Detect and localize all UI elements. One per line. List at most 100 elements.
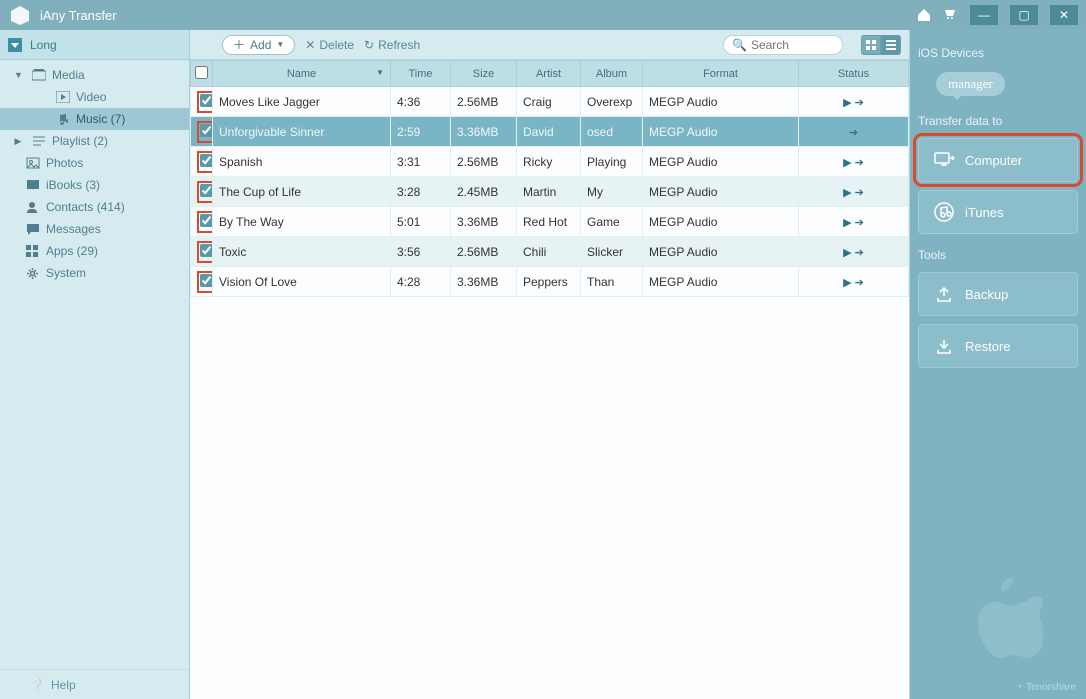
sidebar-item-system[interactable]: System: [0, 262, 189, 284]
refresh-button[interactable]: ↻ Refresh: [364, 38, 420, 52]
sidebar-item-contacts-[interactable]: Contacts (414): [0, 196, 189, 218]
row-checkbox[interactable]: [200, 274, 213, 287]
cell-size: 3.36MB: [451, 207, 517, 237]
status-icons[interactable]: ▶ ➔: [805, 216, 902, 229]
cell-album: Playing: [581, 147, 643, 177]
cell-time: 3:56: [391, 237, 451, 267]
column-name[interactable]: Name: [213, 61, 391, 87]
app-title: iAny Transfer: [40, 8, 916, 23]
home-icon[interactable]: [916, 7, 932, 23]
apple-logo-icon: [953, 564, 1043, 669]
table-row[interactable]: Spanish3:312.56MBRickyPlayingMEGP Audio▶…: [191, 147, 909, 177]
delete-button[interactable]: ✕ Delete: [305, 38, 354, 52]
row-checkbox[interactable]: [200, 154, 213, 167]
cell-time: 4:36: [391, 87, 451, 117]
cell-album: Slicker: [581, 237, 643, 267]
status-icons[interactable]: ▶ ➔: [805, 276, 902, 289]
table-row[interactable]: By The Way5:013.36MBRed HotGameMEGP Audi…: [191, 207, 909, 237]
column-check[interactable]: [191, 61, 213, 87]
table-row[interactable]: Moves Like Jagger4:362.56MBCraigOverexpM…: [191, 87, 909, 117]
brand-label: ◔ Tenorshare: [1016, 682, 1076, 693]
cell-name: Toxic: [213, 237, 391, 267]
add-icon: ＋: [233, 36, 245, 53]
cell-album: Than: [581, 267, 643, 297]
cell-album: Game: [581, 207, 643, 237]
row-checkbox[interactable]: [200, 244, 213, 257]
backup-button[interactable]: Backup: [918, 272, 1078, 316]
grid-view-button[interactable]: [861, 35, 881, 55]
cell-size: 3.36MB: [451, 117, 517, 147]
table-row[interactable]: The Cup of Life3:282.45MBMartinMyMEGP Au…: [191, 177, 909, 207]
close-button[interactable]: ✕: [1050, 5, 1078, 25]
ibooks-icon: [26, 179, 40, 191]
sidebar-item-photos[interactable]: Photos: [0, 152, 189, 174]
app-logo-icon: [8, 3, 32, 27]
status-icons[interactable]: ▶ ➔: [805, 246, 902, 259]
search-input[interactable]: 🔍: [723, 35, 843, 55]
caret-right-icon: ▶: [14, 136, 22, 147]
row-checkbox[interactable]: [200, 94, 213, 107]
search-field[interactable]: [751, 38, 831, 52]
row-checkbox[interactable]: [200, 184, 213, 197]
cell-time: 4:28: [391, 267, 451, 297]
section-transfer: Transfer data to: [918, 114, 1078, 128]
cell-name: Moves Like Jagger: [213, 87, 391, 117]
sidebar-item-apps-[interactable]: Apps (29): [0, 240, 189, 262]
cell-time: 3:28: [391, 177, 451, 207]
column-album[interactable]: Album: [581, 61, 643, 87]
toolbar: ＋ Add ▼ ✕ Delete ↻ Refresh 🔍: [190, 30, 909, 60]
cell-size: 3.36MB: [451, 267, 517, 297]
status-icons[interactable]: ▶ ➔: [805, 156, 902, 169]
media-icon: [32, 69, 46, 81]
column-status[interactable]: Status: [799, 61, 909, 87]
help-icon: ❔: [30, 678, 45, 692]
row-checkbox[interactable]: [200, 214, 213, 227]
cell-format: MEGP Audio: [643, 207, 799, 237]
cart-icon[interactable]: [942, 7, 958, 23]
messages-icon: [26, 223, 40, 235]
add-button[interactable]: ＋ Add ▼: [222, 35, 295, 55]
status-icons[interactable]: ▶ ➔: [805, 96, 902, 109]
status-icons[interactable]: ▶ ➔: [805, 186, 902, 199]
cell-artist: Craig: [517, 87, 581, 117]
cell-format: MEGP Audio: [643, 267, 799, 297]
minimize-button[interactable]: —: [970, 5, 998, 25]
computer-icon: [933, 149, 955, 171]
row-checkbox[interactable]: [200, 124, 213, 137]
cell-artist: Martin: [517, 177, 581, 207]
help-link[interactable]: ❔ Help: [0, 669, 189, 699]
table-row[interactable]: Unforgivable Sinner2:593.36MBDavidosedME…: [191, 117, 909, 147]
computer-button[interactable]: Computer: [918, 138, 1078, 182]
sidebar-item-music-[interactable]: Music (7): [0, 108, 189, 130]
titlebar: iAny Transfer — ▢ ✕: [0, 0, 1086, 30]
video-icon: [56, 91, 70, 103]
brand-icon: ◔: [1016, 682, 1022, 693]
sidebar-item-messages[interactable]: Messages: [0, 218, 189, 240]
list-view-button[interactable]: [881, 35, 901, 55]
sidebar-item-ibooks-[interactable]: iBooks (3): [0, 174, 189, 196]
device-header[interactable]: Long: [0, 30, 189, 60]
column-time[interactable]: Time: [391, 61, 451, 87]
cell-size: 2.45MB: [451, 177, 517, 207]
column-format[interactable]: Format: [643, 61, 799, 87]
photos-icon: [26, 157, 40, 169]
column-size[interactable]: Size: [451, 61, 517, 87]
status-icons[interactable]: ➔: [805, 126, 902, 139]
cell-artist: Red Hot: [517, 207, 581, 237]
cell-format: MEGP Audio: [643, 87, 799, 117]
side-panel: iOS Devices manager Transfer data to Com…: [910, 30, 1086, 699]
search-icon: 🔍: [732, 38, 747, 52]
table-row[interactable]: Vision Of Love4:283.36MBPeppersThanMEGP …: [191, 267, 909, 297]
itunes-button[interactable]: iTunes: [918, 190, 1078, 234]
restore-button[interactable]: Restore: [918, 324, 1078, 368]
column-artist[interactable]: Artist: [517, 61, 581, 87]
cell-album: Overexp: [581, 87, 643, 117]
cell-artist: Peppers: [517, 267, 581, 297]
maximize-button[interactable]: ▢: [1010, 5, 1038, 25]
itunes-icon: [933, 201, 955, 223]
sidebar-item-media[interactable]: ▼Media: [0, 64, 189, 86]
sidebar-item-video[interactable]: Video: [0, 86, 189, 108]
table-row[interactable]: Toxic3:562.56MBChiliSlickerMEGP Audio▶ ➔: [191, 237, 909, 267]
playlist-icon: [32, 135, 46, 147]
sidebar-item-playlist-[interactable]: ▶Playlist (2): [0, 130, 189, 152]
